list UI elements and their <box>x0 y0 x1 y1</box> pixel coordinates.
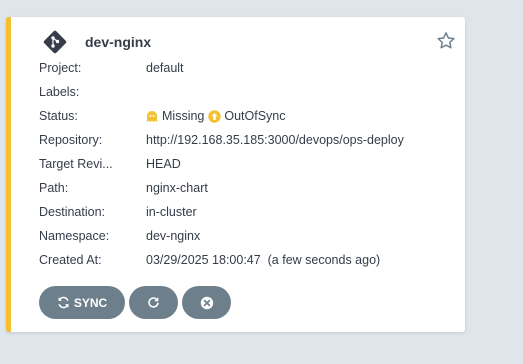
field-value-path: nginx-chart <box>146 181 208 195</box>
health-status-text: Missing <box>162 109 205 123</box>
favorite-star-icon[interactable] <box>435 30 457 52</box>
health-status: Missing <box>146 107 204 125</box>
field-value-destination: in-cluster <box>146 205 197 219</box>
field-value-target-revision: HEAD <box>146 157 181 171</box>
delete-button[interactable] <box>182 286 231 319</box>
field-value-created-at: 03/29/2025 18:00:47 (a few seconds ago) <box>146 253 381 267</box>
delete-circle-icon <box>200 296 213 309</box>
refresh-icon <box>148 297 159 308</box>
field-value-namespace: dev-nginx <box>146 229 201 243</box>
field-value-status: Missing OutOfSync <box>146 107 286 125</box>
sync-status: OutOfSync <box>208 107 286 125</box>
app-title[interactable]: dev-nginx <box>85 34 151 50</box>
application-tile[interactable]: dev-nginx Project: default Labels: Statu… <box>6 17 465 332</box>
sync-button-label: SYNC <box>73 295 108 310</box>
action-buttons: SYNC <box>39 286 231 319</box>
field-label-path: Path: <box>39 181 69 195</box>
sync-icon <box>58 296 69 309</box>
ghost-missing-icon <box>147 110 157 122</box>
field-label-status: Status: <box>39 109 78 123</box>
arrow-up-circle-icon <box>208 109 222 123</box>
field-value-project: default <box>146 61 184 75</box>
field-label-project: Project: <box>39 61 82 75</box>
field-label-namespace: Namespace: <box>39 229 110 243</box>
field-value-repository[interactable]: http://192.168.35.185:3000/devops/ops-de… <box>146 131 404 149</box>
field-label-created-at: Created At: <box>39 253 102 267</box>
field-label-repository: Repository: <box>39 133 103 147</box>
refresh-button[interactable] <box>129 286 178 319</box>
field-label-destination: Destination: <box>39 205 106 219</box>
app-git-diamond-icon <box>43 30 67 54</box>
sync-button[interactable]: SYNC <box>39 286 125 319</box>
field-label-target-revision: Target Revi... <box>39 157 113 171</box>
field-label-labels: Labels: <box>39 85 80 99</box>
sync-status-text: OutOfSync <box>224 109 286 123</box>
